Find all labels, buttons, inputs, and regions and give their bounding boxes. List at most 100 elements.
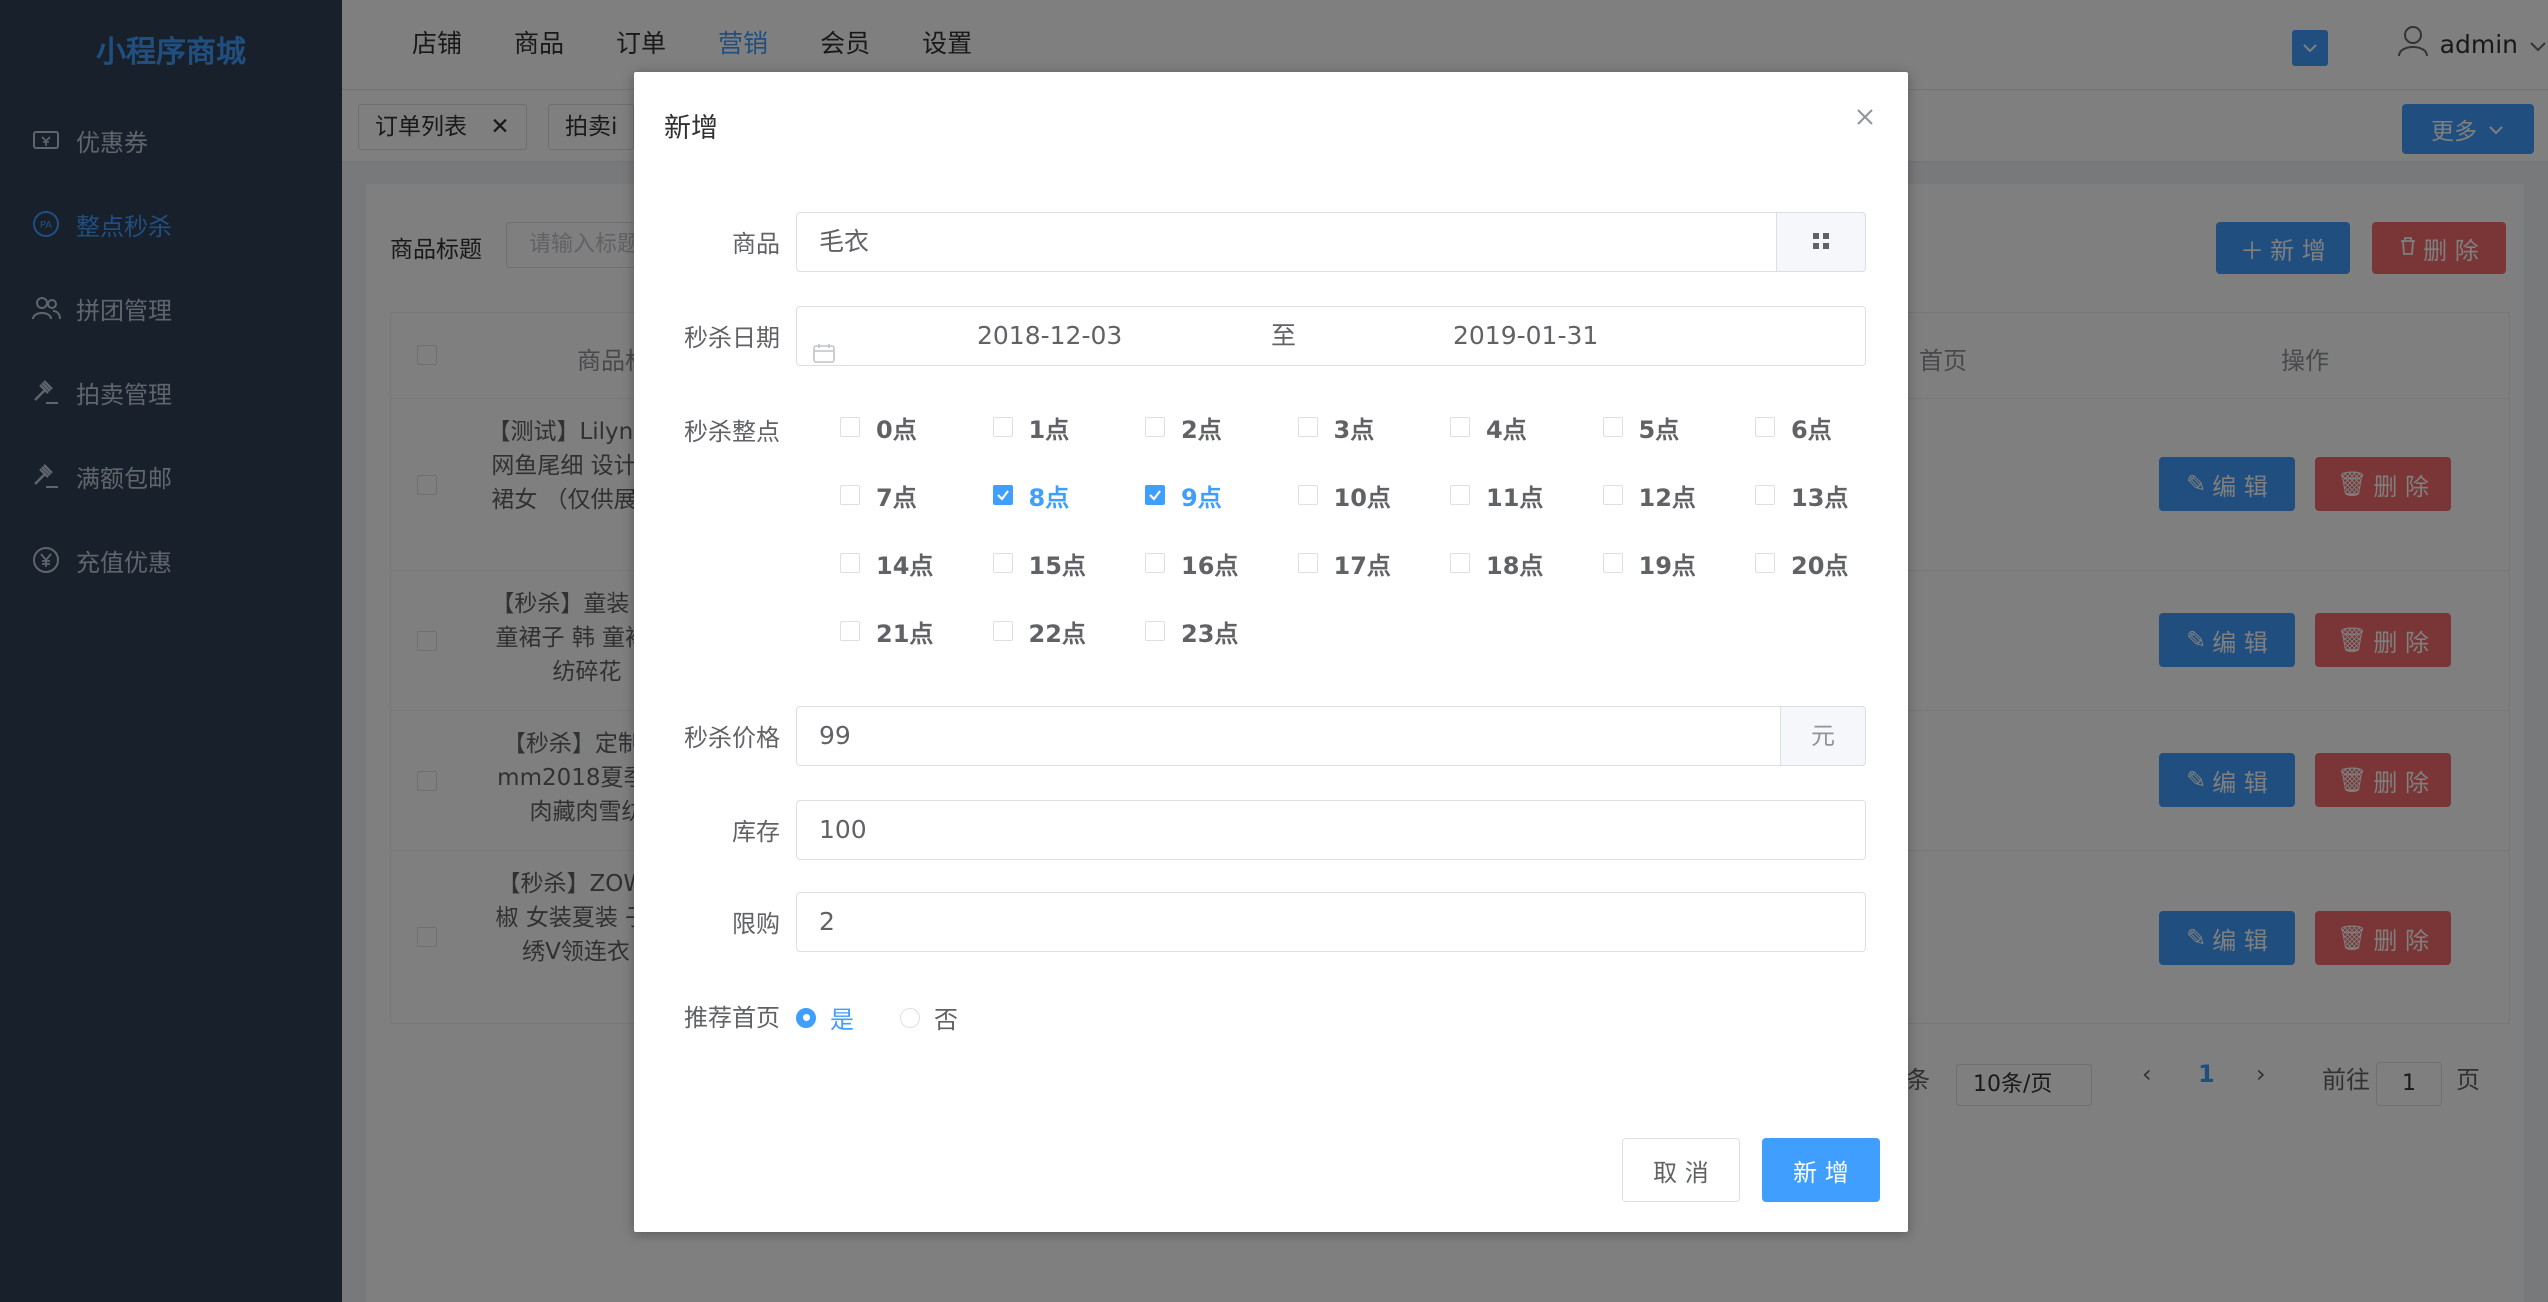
- stock-input[interactable]: 100: [796, 800, 1866, 860]
- limit-input[interactable]: 2: [796, 892, 1866, 952]
- hour-checkbox[interactable]: 18点: [1450, 548, 1544, 580]
- checkbox-box: [1450, 485, 1470, 505]
- hour-label: 16点: [1181, 551, 1239, 580]
- hour-label: 18点: [1486, 551, 1544, 580]
- hour-checkbox[interactable]: 5点: [1602, 412, 1680, 444]
- hour-label: 11点: [1486, 483, 1544, 512]
- hour-checkbox[interactable]: 23点: [1145, 616, 1239, 648]
- hour-checkbox[interactable]: 11点: [1450, 480, 1544, 512]
- recommend-label: 推荐首页: [684, 1004, 780, 1032]
- confirm-add-button[interactable]: 新 增: [1762, 1138, 1880, 1202]
- hour-checkbox[interactable]: 14点: [840, 548, 934, 580]
- hour-checkbox[interactable]: 7点: [840, 480, 917, 512]
- checkbox-box: [840, 417, 860, 437]
- checkbox-box: [992, 621, 1013, 641]
- hour-checkbox[interactable]: 19点: [1602, 548, 1696, 580]
- checkmark-icon: [992, 485, 1013, 505]
- hour-checkbox[interactable]: 9点: [1145, 480, 1222, 512]
- checkbox-box: [1145, 621, 1165, 641]
- checkbox-box: [1755, 553, 1775, 573]
- hour-checkbox[interactable]: 8点: [992, 480, 1070, 512]
- hour-label: 3点: [1333, 415, 1375, 444]
- cancel-button[interactable]: 取 消: [1622, 1138, 1740, 1202]
- date-start[interactable]: 2018-12-03: [977, 307, 1122, 365]
- hour-label: 21点: [876, 619, 934, 648]
- product-value: 毛衣: [819, 227, 870, 256]
- hour-checkbox[interactable]: 17点: [1297, 548, 1391, 580]
- checkbox-box: [992, 417, 1013, 437]
- date-separator: 至: [1271, 321, 1297, 350]
- checkbox-box: [1602, 417, 1623, 437]
- hour-label: 0点: [876, 415, 917, 444]
- hour-label: 8点: [1028, 483, 1070, 512]
- price-label: 秒杀价格: [684, 724, 780, 752]
- checkbox-box: [1297, 553, 1318, 573]
- hour-label: 4点: [1486, 415, 1527, 444]
- price-input[interactable]: 99 元: [796, 706, 1866, 766]
- hour-checkbox[interactable]: 10点: [1297, 480, 1391, 512]
- hour-label: 1点: [1028, 415, 1070, 444]
- radio-dot: [900, 1007, 920, 1028]
- checkbox-box: [1297, 485, 1318, 505]
- checkbox-box: [1145, 417, 1165, 437]
- radio-label: 否: [934, 1006, 958, 1034]
- checkbox-box: [992, 553, 1013, 573]
- product-label: 商品: [732, 230, 780, 258]
- product-picker-button[interactable]: [1776, 212, 1866, 272]
- hour-label: 9点: [1181, 483, 1222, 512]
- checkbox-box: [840, 553, 860, 573]
- radio-label: 是: [830, 1006, 854, 1034]
- hour-checkbox[interactable]: 20点: [1755, 548, 1849, 580]
- hour-checkbox[interactable]: 2点: [1145, 412, 1222, 444]
- checkbox-box: [840, 485, 860, 505]
- hour-label: 14点: [876, 551, 934, 580]
- hour-checkbox[interactable]: 12点: [1602, 480, 1696, 512]
- hour-checkbox[interactable]: 0点: [840, 412, 917, 444]
- price-value: 99: [819, 721, 851, 750]
- dialog-title: 新增: [664, 113, 718, 144]
- hour-checkbox[interactable]: 22点: [992, 616, 1086, 648]
- hour-label: 19点: [1638, 551, 1696, 580]
- checkbox-box: [1297, 417, 1318, 437]
- hour-checkbox[interactable]: 21点: [840, 616, 934, 648]
- product-input[interactable]: 毛衣: [796, 212, 1866, 272]
- hour-checkbox[interactable]: 16点: [1145, 548, 1239, 580]
- limit-label: 限购: [732, 910, 780, 938]
- hour-label: 6点: [1791, 415, 1832, 444]
- hour-label: 5点: [1638, 415, 1680, 444]
- date-range-picker[interactable]: 2018-12-03 至 2019-01-31: [796, 306, 1866, 366]
- hour-label: 7点: [876, 483, 917, 512]
- checkbox-box: [1755, 485, 1775, 505]
- hour-checkbox[interactable]: 3点: [1297, 412, 1375, 444]
- checkbox-box: [840, 621, 860, 641]
- checkbox-box: [1755, 417, 1775, 437]
- date-label: 秒杀日期: [684, 324, 780, 352]
- add-flash-sale-dialog: 新增 商品 毛衣 秒杀日期 2018-12-03 至 2019-01-31 秒杀…: [634, 72, 1908, 1232]
- hour-label: 10点: [1333, 483, 1391, 512]
- grid-icon: [1812, 213, 1830, 271]
- checkbox-box: [1450, 417, 1470, 437]
- checkbox-box: [1602, 553, 1623, 573]
- close-icon[interactable]: [1850, 102, 1880, 132]
- calendar-icon: [813, 326, 835, 384]
- hour-checkbox[interactable]: 1点: [992, 412, 1070, 444]
- hour-label: 17点: [1333, 551, 1391, 580]
- hour-checkbox[interactable]: 13点: [1755, 480, 1849, 512]
- hour-checkbox[interactable]: 4点: [1450, 412, 1527, 444]
- recommend-no-radio[interactable]: 否: [900, 1000, 958, 1035]
- checkbox-box: [1145, 553, 1165, 573]
- hour-checkbox[interactable]: 6点: [1755, 412, 1832, 444]
- price-unit: 元: [1780, 706, 1866, 766]
- date-end[interactable]: 2019-01-31: [1453, 307, 1598, 365]
- hour-label: 23点: [1181, 619, 1239, 648]
- recommend-yes-radio[interactable]: 是: [796, 1000, 854, 1035]
- hour-label: 13点: [1791, 483, 1849, 512]
- hour-label: 22点: [1028, 619, 1086, 648]
- hour-checkbox[interactable]: 15点: [992, 548, 1086, 580]
- radio-dot: [796, 1007, 816, 1028]
- hour-label: 15点: [1028, 551, 1086, 580]
- hour-label: 2点: [1181, 415, 1222, 444]
- hour-label: 20点: [1791, 551, 1849, 580]
- hours-label: 秒杀整点: [684, 418, 780, 446]
- checkbox-box: [1602, 485, 1623, 505]
